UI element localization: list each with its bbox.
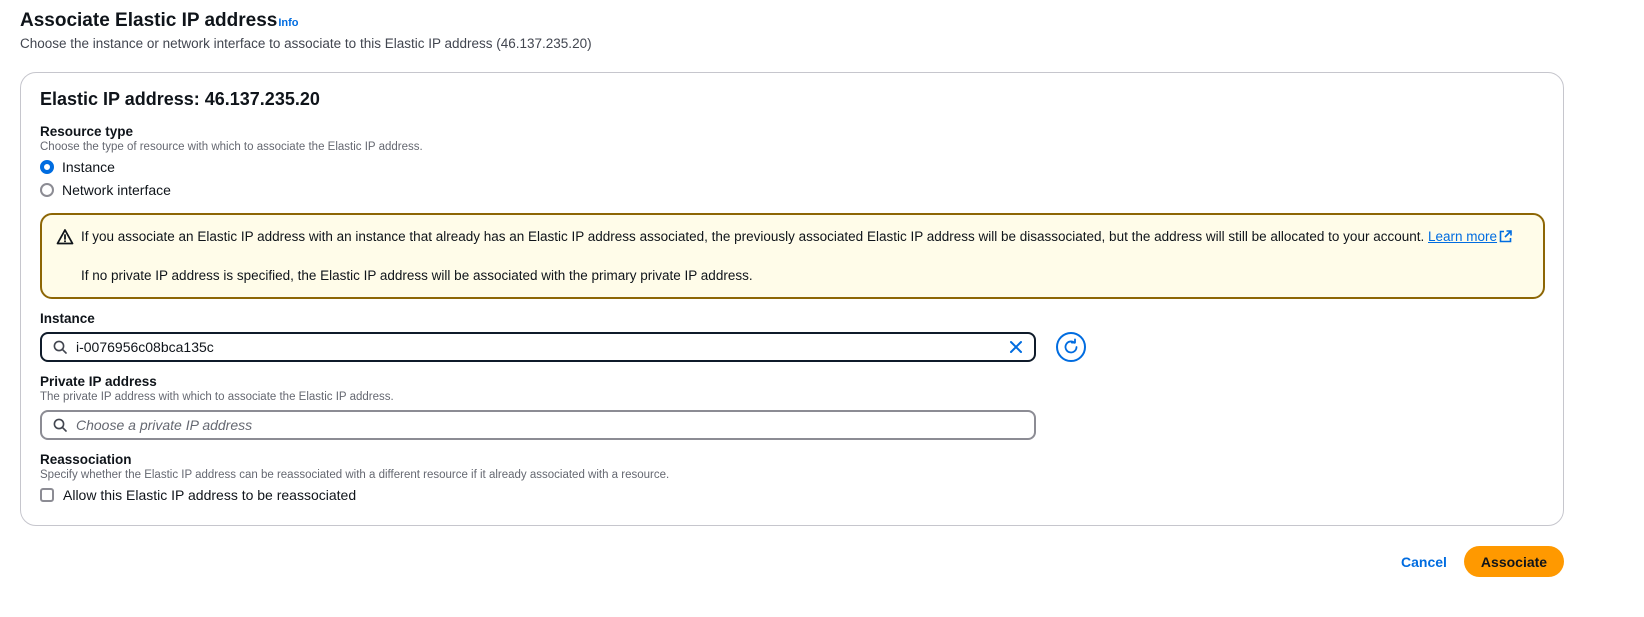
warning-message: If you associate an Elastic IP address w… [81,229,1512,244]
instance-value: i-0076956c08bca135c [76,339,214,355]
reassociation-label: Reassociation [40,452,132,467]
instance-label: Instance [40,311,95,326]
private-ip-placeholder: Choose a private IP address [76,417,253,433]
reassociation-section: Reassociation Specify whether the Elasti… [40,452,669,503]
reassociation-checkbox-row[interactable]: Allow this Elastic IP address to be reas… [40,487,669,503]
page-description: Choose the instance or network interface… [20,36,592,51]
warning-alert: If you associate an Elastic IP address w… [40,213,1545,299]
resource-type-section: Resource type Choose the type of resourc… [40,124,423,201]
page-title: Associate Elastic IP address [20,10,278,31]
radio-instance-control[interactable] [40,160,54,174]
association-panel: Elastic IP address: 46.137.235.20 Resour… [20,72,1564,526]
private-ip-description: The private IP address with which to ass… [40,391,394,403]
radio-network-interface-control[interactable] [40,183,54,197]
instance-search-input[interactable]: i-0076956c08bca135c [40,332,1036,362]
learn-more-link[interactable]: Learn more [1428,229,1512,244]
radio-network-interface-label: Network interface [62,182,171,198]
private-ip-label: Private IP address [40,374,157,389]
associate-button[interactable]: Associate [1464,546,1564,577]
warning-message-text: If you associate an Elastic IP address w… [81,229,1425,244]
reassociation-checkbox-label: Allow this Elastic IP address to be reas… [63,487,357,503]
refresh-icon [1064,338,1078,354]
search-icon [53,418,67,432]
private-ip-section: Private IP address The private IP addres… [40,374,394,403]
search-icon [53,340,67,354]
close-icon[interactable] [1008,339,1024,355]
reassociation-checkbox[interactable] [40,488,54,502]
radio-instance-label: Instance [62,159,115,175]
warning-message-secondary: If no private IP address is specified, t… [81,268,753,283]
reassociation-description: Specify whether the Elastic IP address c… [40,469,670,481]
learn-more-label: Learn more [1428,229,1498,244]
radio-network-interface[interactable]: Network interface [40,179,423,201]
page-title-row: Associate Elastic IP address Info [20,10,1620,32]
warning-icon [56,229,74,245]
instance-label-wrap: Instance [40,311,95,326]
resource-type-description: Choose the type of resource with which t… [40,141,423,153]
refresh-button[interactable] [1056,332,1086,362]
external-link-icon [1499,230,1512,243]
resource-type-radio-group: Instance Network interface [40,156,423,201]
info-link[interactable]: Info [278,17,298,29]
page-header: Associate Elastic IP address Info Choose… [20,10,1620,51]
cancel-button[interactable]: Cancel [1391,548,1457,576]
resource-type-label: Resource type [40,124,134,139]
panel-title: Elastic IP address: 46.137.235.20 [40,89,320,109]
private-ip-input[interactable]: Choose a private IP address [40,410,1036,440]
radio-instance[interactable]: Instance [40,156,423,178]
